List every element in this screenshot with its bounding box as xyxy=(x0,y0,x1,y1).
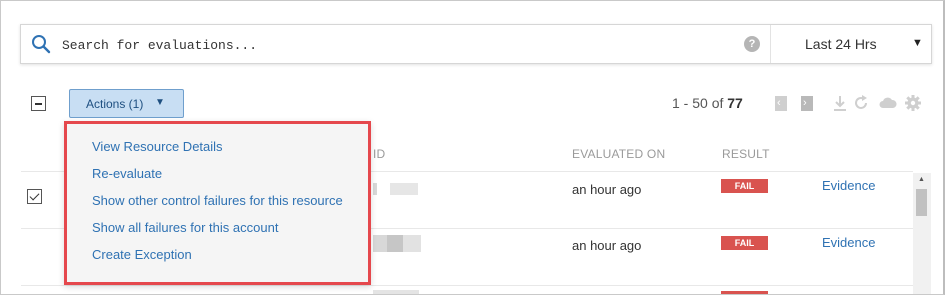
paging-total: 77 xyxy=(727,95,743,111)
actions-button[interactable]: Actions (1) ▼ xyxy=(69,89,184,118)
actions-label: Actions (1) xyxy=(86,97,144,111)
menu-item-create-exception[interactable]: Create Exception xyxy=(92,247,192,262)
paging-range: 1 - 50 of xyxy=(672,95,724,111)
evidence-link[interactable]: Evidence xyxy=(822,235,875,250)
time-range-label: Last 24 Hrs xyxy=(805,36,877,52)
cloud-icon[interactable] xyxy=(878,94,898,112)
menu-item-show-account-failures[interactable]: Show all failures for this account xyxy=(92,220,278,235)
prev-page-icon[interactable]: ‹ xyxy=(775,96,787,111)
scroll-up-icon[interactable]: ▲ xyxy=(918,176,925,183)
gear-icon[interactable] xyxy=(904,94,922,112)
evidence-link[interactable]: Evidence xyxy=(822,178,875,193)
column-header-result[interactable]: RESULT xyxy=(722,147,770,161)
table-scrollbar[interactable]: ▲ xyxy=(913,173,931,294)
column-header-evaluated-on[interactable]: EVALUATED ON xyxy=(572,147,665,161)
paging-info: 1 - 50 of 77 xyxy=(672,95,743,111)
redacted-id xyxy=(373,235,387,252)
refresh-icon[interactable] xyxy=(853,94,869,112)
evaluated-on-cell: an hour ago xyxy=(572,238,642,253)
menu-item-show-control-failures[interactable]: Show other control failures for this res… xyxy=(92,193,343,208)
scroll-thumb[interactable] xyxy=(916,189,927,216)
chevron-down-icon: ▼ xyxy=(912,37,923,49)
time-range-select[interactable]: Last 24 Hrs ▼ xyxy=(770,25,932,63)
evaluations-panel: ? Last 24 Hrs ▼ Actions (1) ▼ 1 - 50 of … xyxy=(0,0,945,295)
actions-menu: View Resource Details Re-evaluate Show o… xyxy=(64,121,371,285)
menu-item-re-evaluate[interactable]: Re-evaluate xyxy=(92,166,162,181)
evaluated-on-cell: an hour ago xyxy=(572,182,642,197)
redacted-id xyxy=(373,290,419,294)
search-bar: ? Last 24 Hrs ▼ xyxy=(20,24,932,64)
row-checkbox[interactable] xyxy=(27,189,42,204)
next-page-icon[interactable]: › xyxy=(801,96,813,111)
result-badge: FAIL xyxy=(721,179,768,193)
result-badge: FAIL xyxy=(721,236,768,250)
redacted-id xyxy=(390,183,418,195)
redacted-id xyxy=(387,235,403,252)
redacted-id xyxy=(373,183,377,195)
select-all-checkbox[interactable] xyxy=(31,96,46,111)
row-divider xyxy=(21,285,913,286)
redacted-id xyxy=(403,235,421,252)
download-icon[interactable] xyxy=(832,94,848,112)
column-header-id[interactable]: ID xyxy=(373,147,385,161)
search-icon[interactable] xyxy=(31,34,51,54)
search-input[interactable] xyxy=(62,35,742,55)
help-icon[interactable]: ? xyxy=(744,36,760,52)
result-badge xyxy=(721,291,768,294)
caret-down-icon: ▼ xyxy=(155,97,165,108)
menu-item-view-resource-details[interactable]: View Resource Details xyxy=(92,139,223,154)
